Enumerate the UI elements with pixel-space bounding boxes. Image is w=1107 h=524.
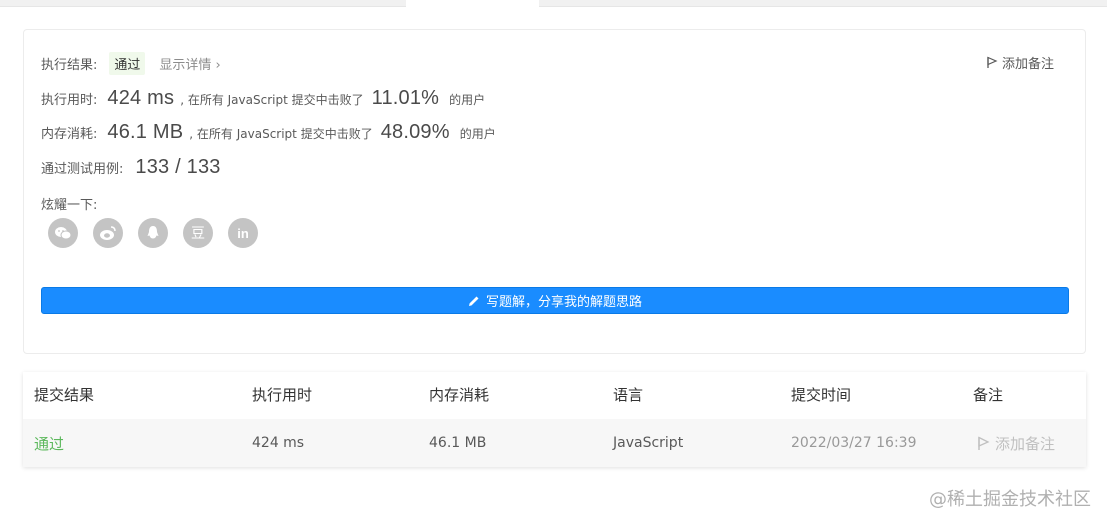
qq-icon[interactable]: [138, 218, 168, 248]
header-submit-time: 提交时间: [791, 386, 852, 404]
tab-active[interactable]: [406, 0, 539, 8]
memory-value: 46.1 MB: [107, 121, 184, 143]
memory-mid-text: , 在所有 JavaScript 提交中击败了: [189, 127, 373, 141]
tests-value: 133 / 133: [135, 156, 221, 178]
row-memory: 46.1 MB: [429, 435, 487, 451]
add-note-label: 添加备注: [1001, 57, 1054, 72]
table-row[interactable]: 通过 424 ms 46.1 MB JavaScript 2022/03/27 …: [23, 419, 1086, 467]
douban-icon[interactable]: 豆: [183, 218, 213, 248]
linkedin-icon[interactable]: in: [228, 218, 258, 248]
wechat-icon[interactable]: [48, 218, 78, 248]
add-note-button[interactable]: 添加备注: [986, 53, 1054, 72]
douban-glyph: 豆: [191, 225, 205, 241]
runtime-suffix: 的用户: [449, 93, 486, 107]
row-submit-time: 2022/03/27 16:39: [791, 435, 917, 451]
flag-icon: [987, 56, 998, 68]
submissions-table: 提交结果 执行用时 内存消耗 语言 提交时间 备注 通过 424 ms 46.1…: [23, 372, 1086, 467]
memory-suffix: 的用户: [459, 127, 496, 141]
runtime-mid-text: , 在所有 JavaScript 提交中击败了: [180, 93, 364, 107]
runtime-value: 424 ms: [107, 87, 175, 109]
show-details-link[interactable]: 显示详情 ›: [159, 54, 220, 73]
share-label: 炫耀一下:: [41, 198, 98, 213]
memory-label: 内存消耗:: [41, 127, 98, 142]
header-memory: 内存消耗: [429, 386, 490, 404]
write-solution-label: 写题解，分享我的解题思路: [485, 295, 642, 310]
row-runtime: 424 ms: [252, 435, 305, 451]
runtime-label: 执行用时:: [41, 93, 98, 108]
tests-label: 通过测试用例:: [41, 162, 124, 177]
share-row: 炫耀一下:: [41, 194, 97, 213]
row-language: JavaScript: [613, 435, 684, 451]
result-row: 执行结果: 通过 显示详情 ›: [41, 52, 221, 75]
memory-row: 内存消耗: 46.1 MB , 在所有 JavaScript 提交中击败了 48…: [41, 121, 496, 144]
result-card: 执行结果: 通过 显示详情 › 添加备注 执行用时: 424 ms , 在所有 …: [23, 29, 1086, 354]
row-add-note-button[interactable]: 添加备注: [977, 419, 1055, 467]
row-status-link[interactable]: 通过: [34, 419, 64, 467]
status-badge: 通过: [109, 52, 146, 75]
pencil-icon: [468, 296, 479, 306]
result-label: 执行结果:: [41, 58, 98, 73]
memory-percent: 48.09%: [380, 121, 450, 143]
write-solution-button[interactable]: 写题解，分享我的解题思路: [41, 287, 1069, 314]
runtime-percent: 11.01%: [371, 87, 440, 109]
flag-icon: [978, 435, 990, 450]
linkedin-glyph: in: [237, 225, 249, 241]
table-header: 提交结果 执行用时 内存消耗 语言 提交时间 备注: [23, 372, 1086, 417]
header-status: 提交结果: [34, 386, 95, 404]
row-add-note-label: 添加备注: [995, 434, 1056, 453]
tests-row: 通过测试用例: 133 / 133: [41, 156, 221, 179]
watermark: @稀土掘金技术社区: [929, 489, 1091, 510]
header-note: 备注: [973, 386, 1004, 404]
runtime-row: 执行用时: 424 ms , 在所有 JavaScript 提交中击败了 11.…: [41, 87, 485, 110]
header-language: 语言: [613, 386, 644, 404]
share-icons: 豆 in: [48, 218, 258, 248]
header-runtime: 执行用时: [252, 386, 313, 404]
weibo-icon[interactable]: [93, 218, 123, 248]
tab-strip: [0, 0, 1107, 8]
